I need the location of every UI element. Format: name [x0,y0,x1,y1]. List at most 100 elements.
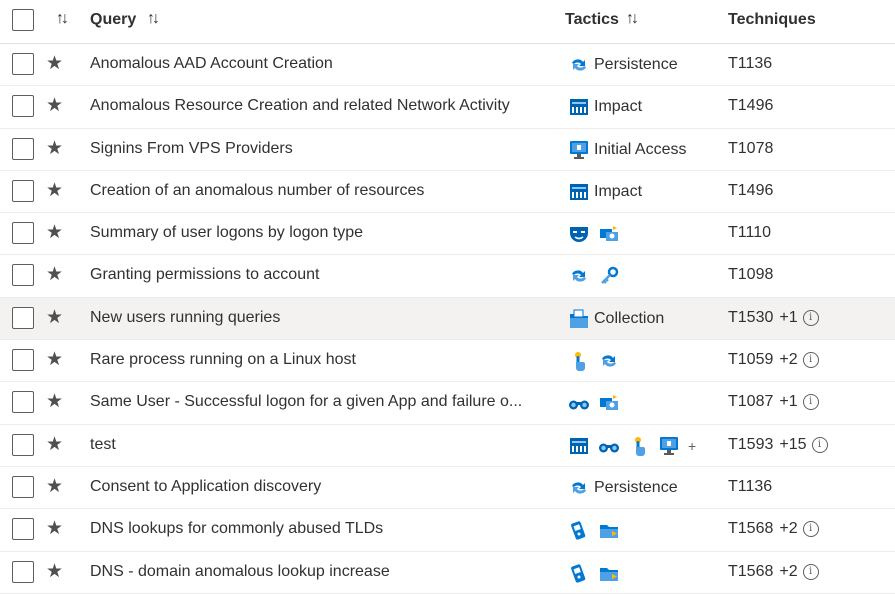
table-row[interactable]: ★ test + T1593 +15 i [0,425,895,467]
tactic-label: Impact [594,182,643,200]
techniques-cell: T1110 [728,224,771,242]
star-icon[interactable]: ★ [46,52,63,75]
row-checkbox[interactable] [12,222,34,245]
table-row[interactable]: ★ DNS lookups for commonly abused TLDs T15… [0,509,895,552]
tactic-label: Impact [594,98,643,116]
techniques-cell: T1078 [728,140,773,158]
table-row[interactable]: ★ Granting permissions to account T1098 [0,255,895,298]
row-checkbox[interactable] [12,518,34,541]
star-icon[interactable]: ★ [46,263,63,286]
row-checkbox[interactable] [12,560,34,583]
table-row[interactable]: ★ Rare process running on a Linux host T10… [0,340,895,383]
star-icon[interactable]: ★ [46,390,63,413]
table-row[interactable]: ★ Creation of an anomalous number of reso… [0,171,895,214]
technique-id: T1568 [728,520,774,538]
star-icon[interactable]: ★ [46,433,63,456]
query-name[interactable]: Signins From VPS Providers [90,140,552,158]
techniques-cell: T1059 +2 i [728,351,819,369]
technique-id: T1136 [728,477,773,495]
tactics-cell [568,220,628,248]
technique-id: T1087 [728,393,774,411]
table-row[interactable]: ★ Summary of user logons by logon type T11… [0,213,895,256]
info-icon[interactable]: i [802,309,819,326]
exfiltration-icon [598,562,620,584]
technique-more-count: +2 [779,520,798,538]
star-icon[interactable]: ★ [46,137,63,160]
star-icon[interactable]: ★ [46,348,63,371]
query-name[interactable]: DNS - domain anomalous lookup increase [90,563,552,581]
query-name[interactable]: test [90,436,552,454]
row-checkbox[interactable] [12,433,34,456]
table-row[interactable]: ★ Signins From VPS Providers Initial Acces… [0,129,895,171]
query-name[interactable]: Creation of an anomalous number of resou… [90,182,552,200]
row-checkbox[interactable] [12,53,34,75]
query-name[interactable]: Anomalous AAD Account Creation [90,55,552,73]
star-icon[interactable]: ★ [46,94,63,117]
persistence-icon [568,54,590,76]
technique-id: T1136 [728,55,773,72]
row-checkbox[interactable] [12,306,34,329]
info-icon[interactable]: i [802,521,819,538]
info-icon[interactable]: i [802,352,819,369]
star-icon[interactable]: ★ [46,179,63,202]
initial-access-icon [658,435,680,457]
table-row[interactable]: ★ New users running queries Collection T153… [0,297,895,341]
technique-id: T1496 [728,97,774,115]
star-icon[interactable]: ★ [46,475,63,498]
sort-icon[interactable]: ↑↓ [56,10,69,28]
tactics-cell [568,559,628,587]
command-and-control-icon [568,562,590,584]
select-all-checkbox[interactable] [12,9,34,31]
tactics-cell: + [568,432,696,460]
technique-more-count: +1 [779,308,798,326]
query-name[interactable]: Rare process running on a Linux host [90,351,552,369]
initial-access-icon [568,139,590,161]
row-checkbox[interactable] [12,391,34,414]
impact-icon [568,181,590,203]
tactics-sort-icon[interactable]: ↑↓ [626,10,639,28]
info-icon[interactable]: i [802,394,819,411]
star-icon[interactable]: ★ [46,306,63,329]
query-name[interactable]: DNS lookups for commonly abused TLDs [90,520,552,538]
row-checkbox[interactable] [12,137,34,160]
tactics-column-header[interactable]: Tactics [565,11,619,29]
techniques-column-header[interactable]: Techniques [728,11,816,29]
query-name[interactable]: Consent to Application discovery [90,478,552,496]
info-icon[interactable]: i [811,436,828,453]
query-name[interactable]: Same User - Successful logon for a given… [90,393,552,411]
tactics-cell [568,262,628,290]
row-checkbox[interactable] [12,349,34,372]
table-row[interactable]: ★ Anomalous Resource Creation and related… [0,86,895,129]
techniques-cell: T1087 +1 i [728,393,819,411]
technique-id: T1593 [728,435,774,453]
table-row[interactable]: ★ Anomalous AAD Account Creation Persisten… [0,44,895,87]
query-name[interactable]: Anomalous Resource Creation and related … [90,97,552,115]
table-row[interactable]: ★ Same User - Successful logon for a give… [0,382,895,425]
star-icon[interactable]: ★ [46,560,63,583]
query-name[interactable]: Summary of user logons by logon type [90,224,552,242]
lateral-movement-icon [598,392,620,414]
technique-more-count: +2 [779,562,798,580]
technique-id: T1078 [728,139,774,157]
row-checkbox[interactable] [12,475,34,498]
execution-icon [568,350,590,372]
exfiltration-icon [598,519,620,541]
impact-icon [568,96,590,118]
table-row[interactable]: ★ Consent to Application discovery Persist… [0,467,895,510]
star-icon[interactable]: ★ [46,517,63,540]
technique-more-count: +1 [779,393,798,411]
tactics-cell: Persistence [568,474,678,502]
star-icon[interactable]: ★ [46,221,63,244]
query-name[interactable]: New users running queries [90,309,552,327]
query-name[interactable]: Granting permissions to account [90,266,552,284]
info-icon[interactable]: i [802,563,819,580]
query-column-header[interactable]: Query [90,11,136,29]
row-checkbox[interactable] [12,95,34,118]
row-checkbox[interactable] [12,264,34,287]
table-header: ↑↓ Query ↑↓ Tactics ↑↓ Techniques [0,0,895,44]
query-sort-icon[interactable]: ↑↓ [147,10,160,28]
row-checkbox[interactable] [12,179,34,202]
defense-evasion-icon [568,223,590,245]
technique-more-count: +15 [779,435,807,453]
table-row[interactable]: ★ DNS - domain anomalous lookup increase T… [0,552,895,594]
